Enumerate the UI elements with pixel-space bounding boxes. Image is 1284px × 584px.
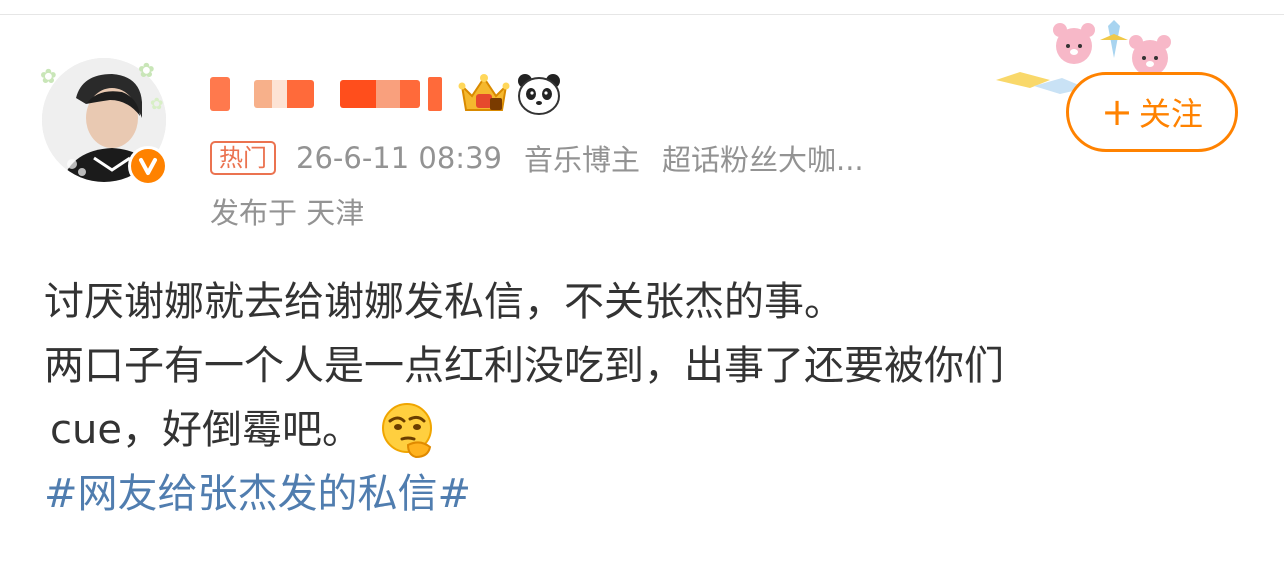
clover-icon: ✿ [150,94,164,113]
post-text-line: 讨厌谢娜就去给谢娜发私信，不关张杰的事。 [44,279,844,325]
user-tag: 超话粉丝大咖... [662,143,864,177]
hot-badge: 热门 [210,141,276,175]
post-content: 讨厌谢娜就去给谢娜发私信，不关张杰的事。 两口子有一个人是一点红利没吃到，出事了… [44,270,1244,526]
user-tag: 音乐博主 [523,143,640,177]
hashtag-link[interactable]: #网友给张杰发的私信# [44,471,471,517]
post-text-line: #网友给张杰发的私信# [44,462,1244,526]
username-blur [428,77,442,111]
panda-icon [518,74,560,115]
post-text-line: 两口子有一个人是一点红利没吃到，出事了还要被你们 [44,343,1004,389]
username-blur [340,80,420,108]
verified-v-icon [128,146,168,186]
post-text-segment: cue，好倒霉吧。 [50,407,362,453]
crown-icon [458,74,510,111]
follow-label: 关注 [1138,95,1203,133]
clover-icon: ✿ [40,64,57,88]
follow-button[interactable]: + 关注 [1066,72,1238,152]
top-divider [0,14,1284,15]
post-meta: 热门 26-6-11 08:39 音乐博主 超话粉丝大咖... [210,138,864,178]
username-blur [254,80,314,108]
clover-icon: ✿ [138,58,155,82]
post-text-line: cue，好倒霉吧。 [44,398,1244,462]
username[interactable] [210,70,562,118]
username-blur [210,77,230,111]
post-location: 发布于 天津 [210,196,365,230]
post-timestamp: 26-6-11 08:39 [296,141,502,175]
plus-icon: + [1101,90,1133,134]
thinking-face-emoji [381,403,432,459]
